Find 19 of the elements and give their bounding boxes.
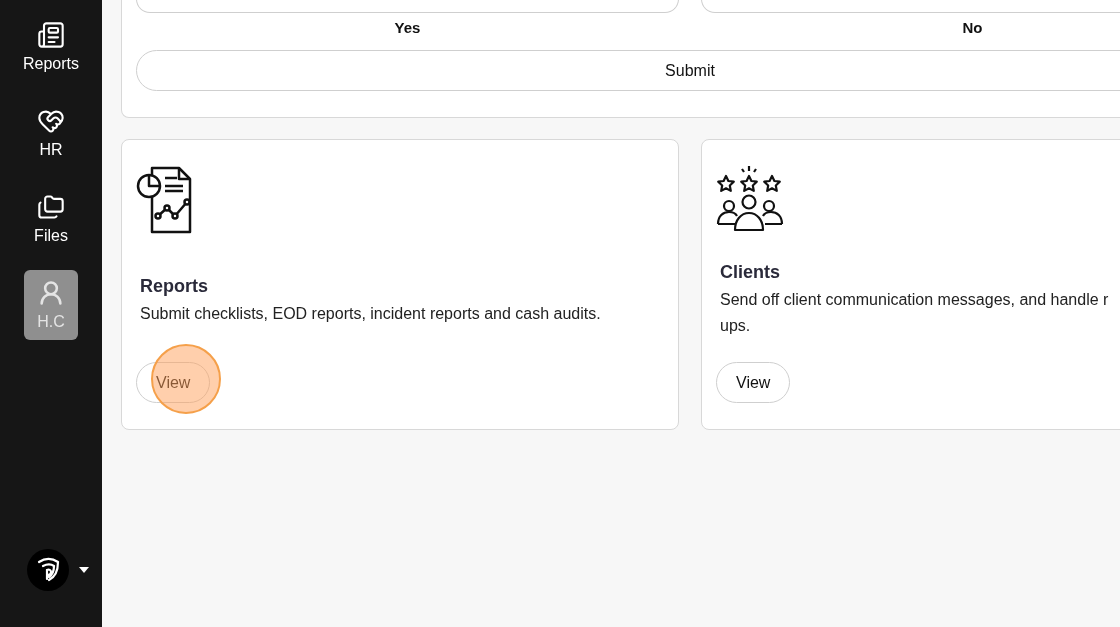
option-label: Yes	[394, 19, 421, 36]
view-button[interactable]: View	[136, 362, 211, 403]
view-button[interactable]: View	[716, 362, 791, 403]
people-stars-icon	[716, 166, 784, 234]
sidebar-item[interactable]: Reports	[24, 12, 78, 82]
card-description: Send off client communication messages, and handle r	[720, 290, 1110, 310]
card-title: Reports	[140, 276, 209, 297]
card-description: ups.	[720, 316, 752, 336]
sidebar-item[interactable]: Files	[24, 184, 78, 254]
folders-icon	[37, 193, 65, 221]
option-label: No	[962, 19, 983, 36]
card-description: Submit checklists, EOD reports, incident reports and cash audits.	[140, 304, 602, 324]
user-icon	[37, 279, 65, 307]
submit-button[interactable]: Submit	[136, 50, 1120, 91]
sidebar-item[interactable]: HR	[24, 98, 78, 168]
newspaper-icon	[37, 21, 65, 49]
shield-logo-icon[interactable]	[27, 549, 69, 591]
card-title: Clients	[720, 262, 781, 283]
caret-icon[interactable]	[79, 566, 89, 574]
